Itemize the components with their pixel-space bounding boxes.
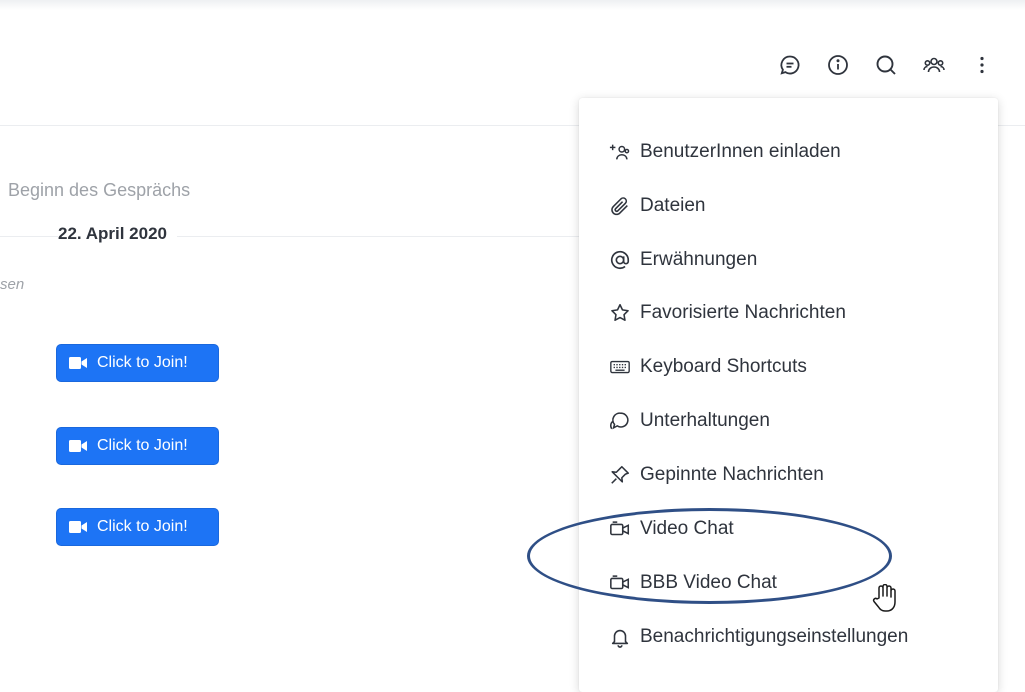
video-camera-icon — [69, 356, 87, 370]
pin-icon — [609, 464, 631, 486]
kebab-menu-icon[interactable] — [969, 52, 995, 78]
kebab-dropdown-menu: BenutzerInnen einladen Dateien Erwähnung… — [579, 98, 998, 692]
join-video-button[interactable]: Click to Join! — [56, 344, 219, 382]
add-user-icon — [609, 141, 631, 163]
paperclip-icon — [609, 195, 631, 217]
hand-cursor-icon — [870, 583, 898, 619]
menu-item-label: Benachrichtigungseinstellungen — [640, 626, 909, 647]
menu-item-label: Keyboard Shortcuts — [640, 356, 807, 377]
star-icon — [609, 302, 631, 324]
header-toolbar — [755, 52, 995, 78]
menu-item-notification-settings[interactable]: Benachrichtigungseinstellungen — [609, 621, 908, 653]
menu-item-label: Dateien — [640, 195, 706, 216]
menu-item-files[interactable]: Dateien — [609, 190, 706, 222]
menu-item-label: Video Chat — [640, 518, 734, 539]
info-icon[interactable] — [825, 52, 851, 78]
discussion-icon[interactable] — [777, 52, 803, 78]
join-button-label: Click to Join! — [97, 437, 188, 454]
menu-item-label: Favorisierte Nachrichten — [640, 302, 846, 323]
menu-item-label: BBB Video Chat — [640, 572, 777, 593]
menu-item-pinned-messages[interactable]: Gepinnte Nachrichten — [609, 459, 824, 491]
menu-item-starred-messages[interactable]: Favorisierte Nachrichten — [609, 297, 846, 329]
menu-item-label: Gepinnte Nachrichten — [640, 464, 824, 485]
menu-item-label: BenutzerInnen einladen — [640, 141, 841, 162]
menu-item-video-chat[interactable]: Video Chat — [609, 513, 734, 545]
video-icon — [609, 518, 631, 540]
video-icon — [609, 572, 631, 594]
join-button-label: Click to Join! — [97, 518, 188, 535]
menu-item-mentions[interactable]: Erwähnungen — [609, 244, 757, 276]
truncated-message-text: sen — [0, 276, 25, 293]
search-icon[interactable] — [873, 52, 899, 78]
conversation-start-text: Beginn des Gesprächs — [8, 180, 191, 200]
menu-item-bbb-video-chat[interactable]: BBB Video Chat — [609, 567, 777, 599]
menu-item-invite-users[interactable]: BenutzerInnen einladen — [609, 136, 841, 168]
menu-item-label: Erwähnungen — [640, 249, 758, 270]
menu-item-discussions[interactable]: Unterhaltungen — [609, 405, 770, 437]
video-camera-icon — [69, 520, 87, 534]
menu-item-keyboard-shortcuts[interactable]: Keyboard Shortcuts — [609, 351, 807, 383]
keyboard-icon — [609, 356, 631, 378]
menu-item-label: Unterhaltungen — [640, 410, 770, 431]
date-divider-label: 22. April 2020 — [58, 224, 177, 244]
discussion-icon — [609, 410, 631, 432]
bell-icon — [609, 626, 631, 648]
join-video-button[interactable]: Click to Join! — [56, 427, 219, 465]
join-button-label: Click to Join! — [97, 354, 188, 371]
members-icon[interactable] — [921, 52, 947, 78]
video-camera-icon — [69, 439, 87, 453]
join-video-button[interactable]: Click to Join! — [56, 508, 219, 546]
at-icon — [609, 249, 631, 271]
header-shadow — [0, 0, 1025, 10]
